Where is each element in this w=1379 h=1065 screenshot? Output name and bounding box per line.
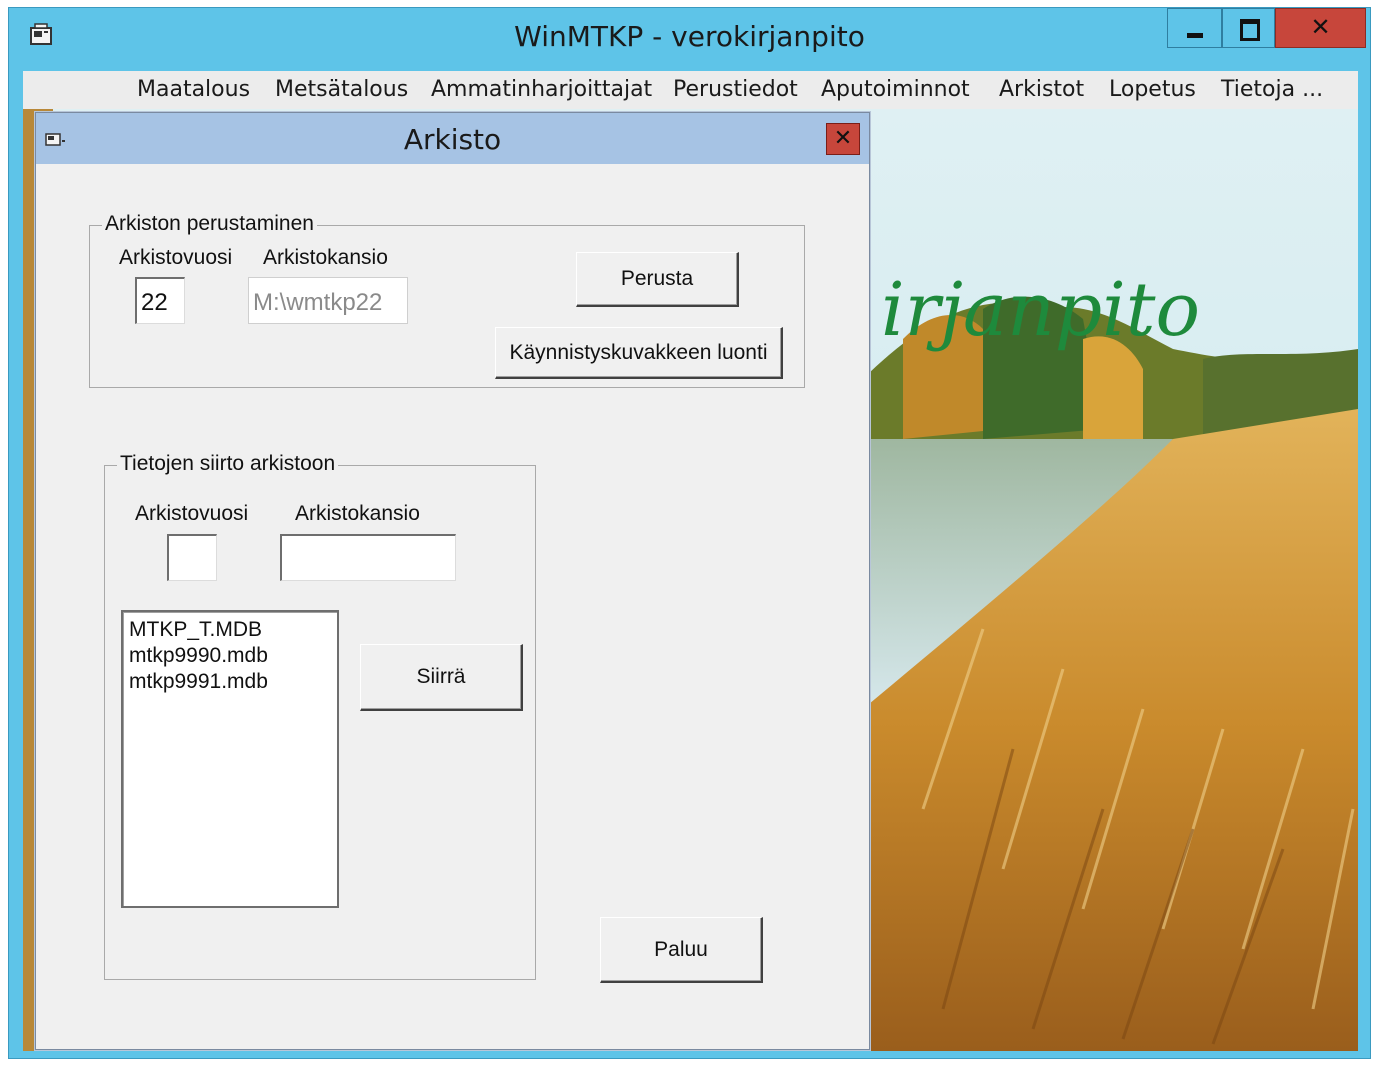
shortcut-create-button[interactable]: Käynnistyskuvakkeen luonti: [495, 327, 783, 379]
create-folder-input[interactable]: [248, 277, 408, 324]
transfer-folder-input[interactable]: [280, 534, 456, 581]
create-year-input[interactable]: [135, 277, 185, 324]
menu-arkistot[interactable]: Arkistot: [999, 77, 1084, 102]
menu-tietoja[interactable]: Tietoja ...: [1221, 77, 1323, 102]
title-bar[interactable]: WinMTKP - verokirjanpito ✕: [9, 8, 1370, 68]
menu-metsatalous[interactable]: Metsätalous: [275, 77, 408, 102]
menu-aputoiminnot[interactable]: Aputoiminnot: [821, 77, 970, 102]
maximize-button[interactable]: [1222, 8, 1275, 48]
dialog-title: Arkisto: [403, 123, 502, 156]
menu-bar: Maatalous Metsätalous Ammatinharjoittaja…: [23, 71, 1358, 109]
transfer-year-label: Arkistovuosi: [135, 502, 249, 525]
menu-maatalous[interactable]: Maatalous: [137, 77, 250, 102]
minimize-button[interactable]: [1167, 8, 1222, 48]
close-button[interactable]: ✕: [1275, 8, 1366, 48]
list-item[interactable]: MTKP_T.MDB: [129, 617, 331, 643]
maximize-icon: [1240, 19, 1260, 41]
close-icon: ✕: [1310, 13, 1331, 41]
perusta-button[interactable]: Perusta: [576, 252, 739, 307]
minimize-icon: [1187, 33, 1203, 38]
menu-perustiedot[interactable]: Perustiedot: [673, 77, 798, 102]
close-icon: ✕: [833, 126, 853, 151]
background-title-text: irjanpito: [881, 267, 1201, 353]
transfer-year-input[interactable]: [167, 534, 217, 581]
list-item[interactable]: mtkp9991.mdb: [129, 669, 331, 695]
menu-lopetus[interactable]: Lopetus: [1109, 77, 1196, 102]
create-year-label: Arkistovuosi: [119, 246, 233, 269]
list-item[interactable]: mtkp9990.mdb: [129, 643, 331, 669]
paluu-button[interactable]: Paluu: [600, 917, 763, 983]
create-folder-label: Arkistokansio: [263, 246, 388, 269]
window-title: WinMTKP - verokirjanpito: [514, 20, 865, 53]
create-archive-group-label: Arkiston perustaminen: [102, 212, 317, 236]
transfer-group-label: Tietojen siirto arkistoon: [117, 452, 339, 476]
siirra-button[interactable]: Siirrä: [360, 644, 523, 711]
dialog-title-bar[interactable]: Arkisto ✕: [36, 113, 869, 164]
menu-ammatinharjoittajat[interactable]: Ammatinharjoittajat: [431, 77, 652, 102]
file-listbox[interactable]: MTKP_T.MDB mtkp9990.mdb mtkp9991.mdb: [121, 610, 339, 908]
transfer-folder-label: Arkistokansio: [295, 502, 420, 525]
dialog-close-button[interactable]: ✕: [826, 123, 860, 155]
